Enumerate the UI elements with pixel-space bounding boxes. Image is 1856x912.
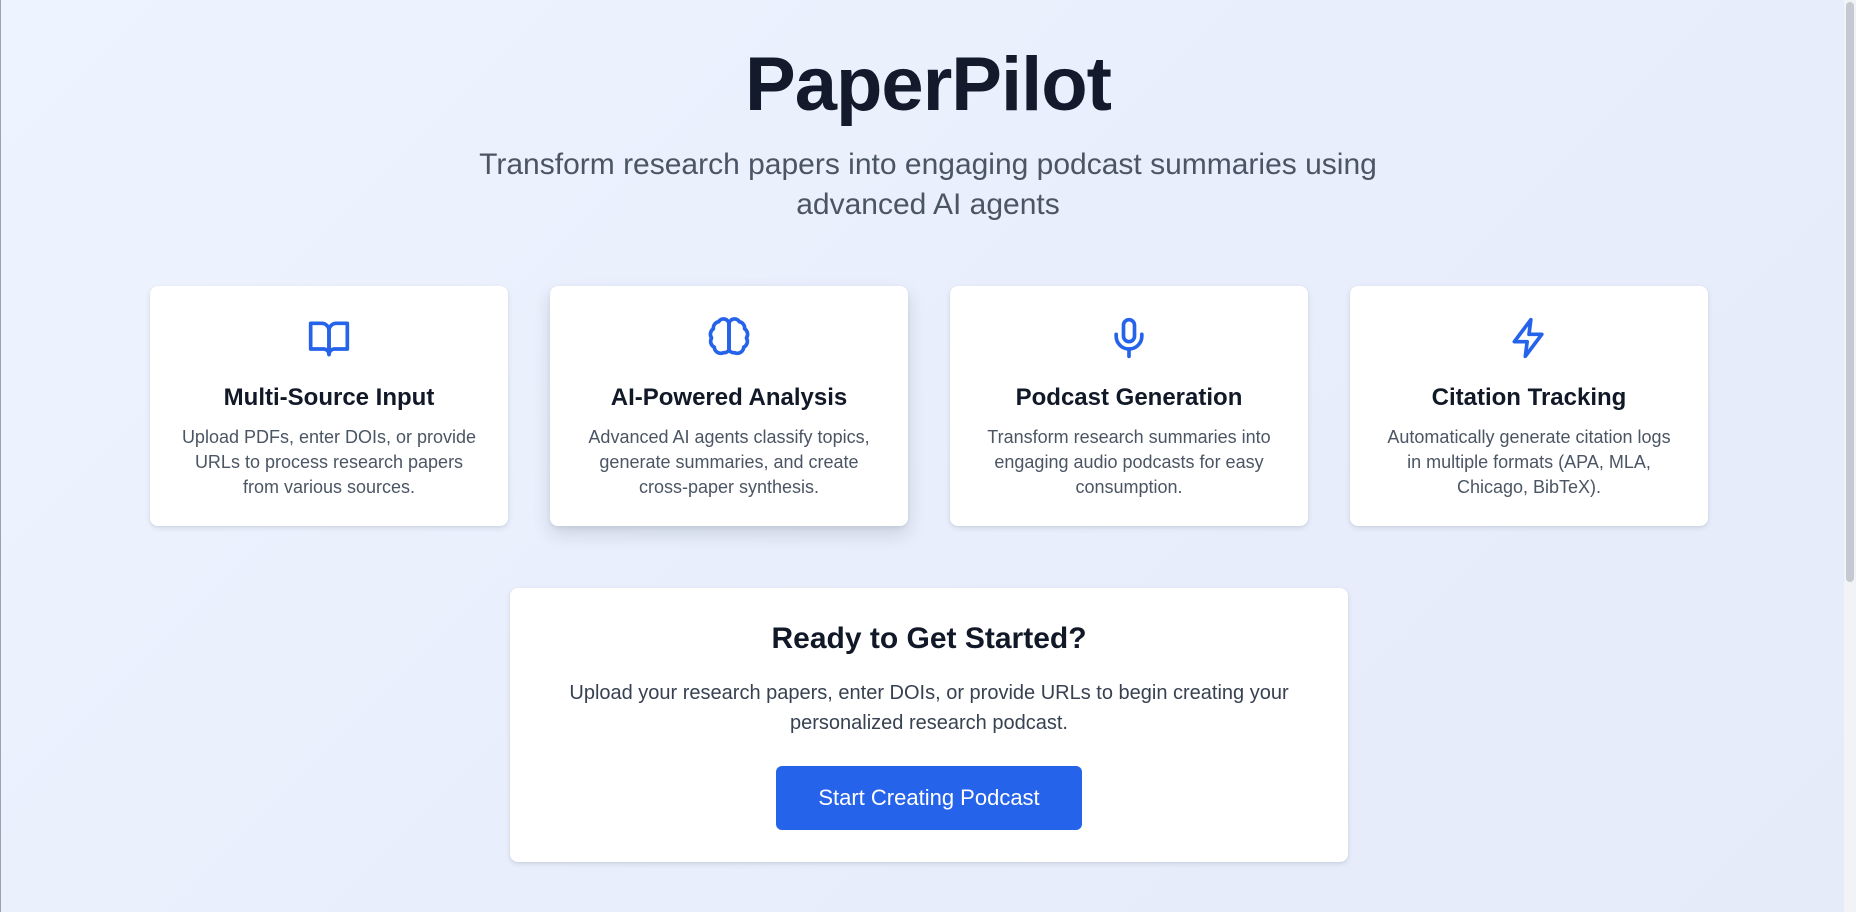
get-started-card: Ready to Get Started? Upload your resear… bbox=[510, 588, 1348, 862]
feature-description: Upload PDFs, enter DOIs, or provide URLs… bbox=[181, 427, 477, 497]
feature-description: Advanced AI agents classify topics, gene… bbox=[588, 427, 870, 497]
brain-icon bbox=[707, 316, 751, 360]
feature-title: AI-Powered Analysis bbox=[610, 384, 848, 411]
feature-card-citation-tracking: Citation Tracking Automatically generate… bbox=[1350, 286, 1708, 526]
feature-card-multi-source-input: Multi-Source Input Upload PDFs, enter DO… bbox=[150, 286, 508, 526]
feature-card-ai-powered-analysis: AI-Powered Analysis Advanced AI agents c… bbox=[550, 286, 908, 526]
lightning-icon bbox=[1507, 316, 1551, 360]
feature-description: Automatically generate citation logs in … bbox=[1387, 427, 1671, 497]
scrollbar-thumb[interactable] bbox=[1846, 2, 1854, 582]
start-creating-podcast-button[interactable]: Start Creating Podcast bbox=[776, 766, 1082, 830]
feature-card-podcast-generation: Podcast Generation Transform research su… bbox=[950, 286, 1308, 526]
microphone-icon bbox=[1107, 316, 1151, 360]
cta-description: Upload your research papers, enter DOIs,… bbox=[569, 682, 1289, 734]
feature-title: Podcast Generation bbox=[1015, 384, 1243, 411]
feature-description: Transform research summaries into engagi… bbox=[987, 427, 1271, 497]
page-subtitle: Transform research papers into engaging … bbox=[479, 148, 1377, 221]
feature-title: Multi-Source Input bbox=[223, 384, 435, 411]
book-open-icon bbox=[307, 316, 351, 360]
feature-title: Citation Tracking bbox=[1431, 384, 1627, 411]
cta-title: Ready to Get Started? bbox=[771, 622, 1087, 655]
features-grid: Multi-Source Input Upload PDFs, enter DO… bbox=[150, 286, 1710, 526]
page-title: PaperPilot bbox=[745, 42, 1112, 127]
vertical-scrollbar[interactable] bbox=[1844, 0, 1856, 912]
window-edge bbox=[0, 0, 1, 912]
